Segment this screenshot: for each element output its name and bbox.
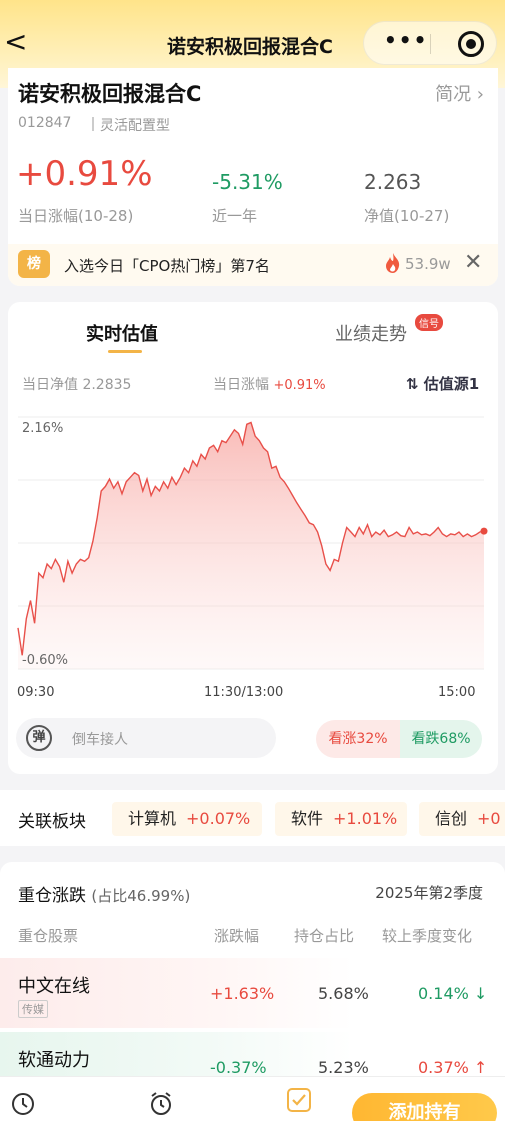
nav-value: 2.263 (364, 170, 422, 194)
sector-chip[interactable]: 计算机 +0.07% (112, 802, 262, 836)
comment-input[interactable]: 弹 倒车接人 (16, 718, 276, 758)
rank-badge-icon: 榜 (18, 250, 50, 278)
rank-banner[interactable]: 榜 入选今日「CPO热门榜」第7名 53.9w ✕ (8, 244, 498, 286)
sector-name: 计算机 (128, 809, 177, 828)
holdings-title-text: 重仓涨跌 (18, 886, 86, 906)
stock-name: 软通动力 (18, 1050, 90, 1071)
col-header-hold: 持仓占比 (294, 927, 355, 945)
today-change-label: 当日涨幅 (213, 377, 269, 393)
stock-change: +1.63% (210, 984, 275, 1003)
tab-performance-trend[interactable]: 业绩走势 (335, 320, 407, 346)
sector-change: +0 (477, 809, 501, 828)
comment-placeholder: 倒车接人 (72, 732, 128, 748)
quarter-change-value: 0.37% (418, 1058, 469, 1077)
sector-name: 信创 (435, 809, 468, 828)
quarter-change: 0.14% ↓ (418, 984, 487, 1003)
stock-name: 中文在线 (18, 976, 90, 997)
fund-name: 诺安积极回报混合C (18, 82, 202, 106)
stock-hold-ratio: 5.23% (318, 1058, 369, 1077)
quarter-change: 0.37% ↑ (418, 1058, 487, 1077)
active-tab-indicator (108, 350, 142, 353)
sector-chip[interactable]: 信创 +0 (419, 802, 505, 836)
tab-realtime-estimate[interactable]: 实时估值 (86, 320, 158, 346)
sector-name: 软件 (291, 809, 324, 828)
y-label-bottom: -0.60% (22, 653, 68, 668)
back-icon[interactable]: < (4, 28, 27, 56)
x-label-mid: 11:30/13:00 (204, 685, 283, 700)
summary-link[interactable]: 简况 › (435, 80, 484, 106)
vote-bearish-button[interactable]: 看跌68% (400, 720, 482, 758)
related-sectors-card: 关联板块 计算机 +0.07% 软件 +1.01% 信创 +0 (0, 790, 505, 846)
holdings-title: 重仓涨跌 (占比46.99%) (18, 881, 190, 906)
sector-change: +0.07% (186, 809, 251, 828)
mini-program-capsule: ••• (363, 21, 497, 65)
arrow-down-icon: ↓ (473, 984, 488, 1003)
more-icon[interactable]: ••• (384, 28, 428, 52)
daily-change-value: +0.91% (16, 154, 153, 194)
nav-label: 净值(10-27) (364, 207, 450, 225)
holdings-quarter[interactable]: 2025年第2季度 (375, 882, 483, 903)
stock-industry-tag: 传媒 (18, 1000, 48, 1018)
close-icon[interactable]: ✕ (464, 250, 482, 275)
sectors-title: 关联板块 (18, 812, 86, 832)
fire-icon (386, 253, 400, 273)
col-header-change: 涨跌幅 (214, 927, 260, 945)
holdings-card: 重仓涨跌 (占比46.99%) 2025年第2季度 重仓股票 涨跌幅 持仓占比 … (0, 862, 505, 1078)
chart-end-point (480, 527, 488, 535)
sector-change: +1.01% (333, 809, 398, 828)
danmu-icon[interactable]: 弹 (26, 725, 52, 751)
table-row[interactable]: 软通动力 -0.37% 5.23% 0.37% ↑ (0, 1032, 505, 1078)
add-holding-button[interactable]: 添加持有 (352, 1093, 497, 1121)
chart-area (18, 422, 484, 669)
page-title: 诺安积极回报混合C (167, 36, 333, 58)
intraday-chart[interactable]: 2.16% -0.60% 09:30 11:30/13:00 15:00 (16, 414, 490, 704)
daily-change-label: 当日涨幅(10-28) (18, 207, 134, 225)
bottom-toolbar: 添加持有 (0, 1076, 505, 1121)
year-change-value: -5.31% (212, 170, 283, 194)
history-icon[interactable] (10, 1091, 36, 1117)
arrow-up-icon: ↑ (473, 1058, 488, 1077)
y-label-top: 2.16% (22, 421, 63, 436)
estimate-source-switch[interactable]: ⇅ 估值源1 (406, 373, 479, 394)
fund-type: 灵活配置型 (100, 118, 170, 134)
col-header-stock: 重仓股票 (18, 927, 79, 945)
year-change-label: 近一年 (212, 207, 258, 225)
signal-badge: 信号 (415, 314, 443, 331)
col-header-quarter-change: 较上季度变化 (382, 927, 473, 945)
sector-chip[interactable]: 软件 +1.01% (275, 802, 407, 836)
close-target-icon[interactable] (458, 31, 484, 57)
rank-text: 入选今日「CPO热门榜」第7名 (64, 257, 270, 275)
stock-hold-ratio: 5.68% (318, 984, 369, 1003)
holdings-ratio: (占比46.99%) (91, 887, 191, 905)
capsule-divider (430, 34, 431, 54)
today-change: 当日涨幅 +0.91% (213, 374, 326, 394)
x-label-close: 15:00 (438, 685, 475, 700)
checklist-icon[interactable] (286, 1087, 312, 1113)
fund-code: 012847 (18, 115, 72, 131)
today-change-value: +0.91% (273, 378, 326, 393)
quarter-change-value: 0.14% (418, 984, 469, 1003)
divider (92, 117, 94, 131)
fund-overview-card: 诺安积极回报混合C 简况 › 012847 灵活配置型 +0.91% 当日涨幅(… (8, 68, 498, 286)
vote-bullish-button[interactable]: 看涨32% (316, 720, 400, 758)
estimate-card: 实时估值 业绩走势 信号 当日净值 2.2835 当日涨幅 +0.91% ⇅ 估… (8, 302, 498, 774)
alarm-icon[interactable] (148, 1091, 174, 1117)
stock-change: -0.37% (210, 1058, 267, 1077)
table-row[interactable]: 中文在线 传媒 +1.63% 5.68% 0.14% ↓ (0, 958, 505, 1028)
x-label-open: 09:30 (17, 685, 54, 700)
today-nav: 当日净值 2.2835 (22, 377, 132, 393)
heat-count: 53.9w (405, 255, 451, 273)
